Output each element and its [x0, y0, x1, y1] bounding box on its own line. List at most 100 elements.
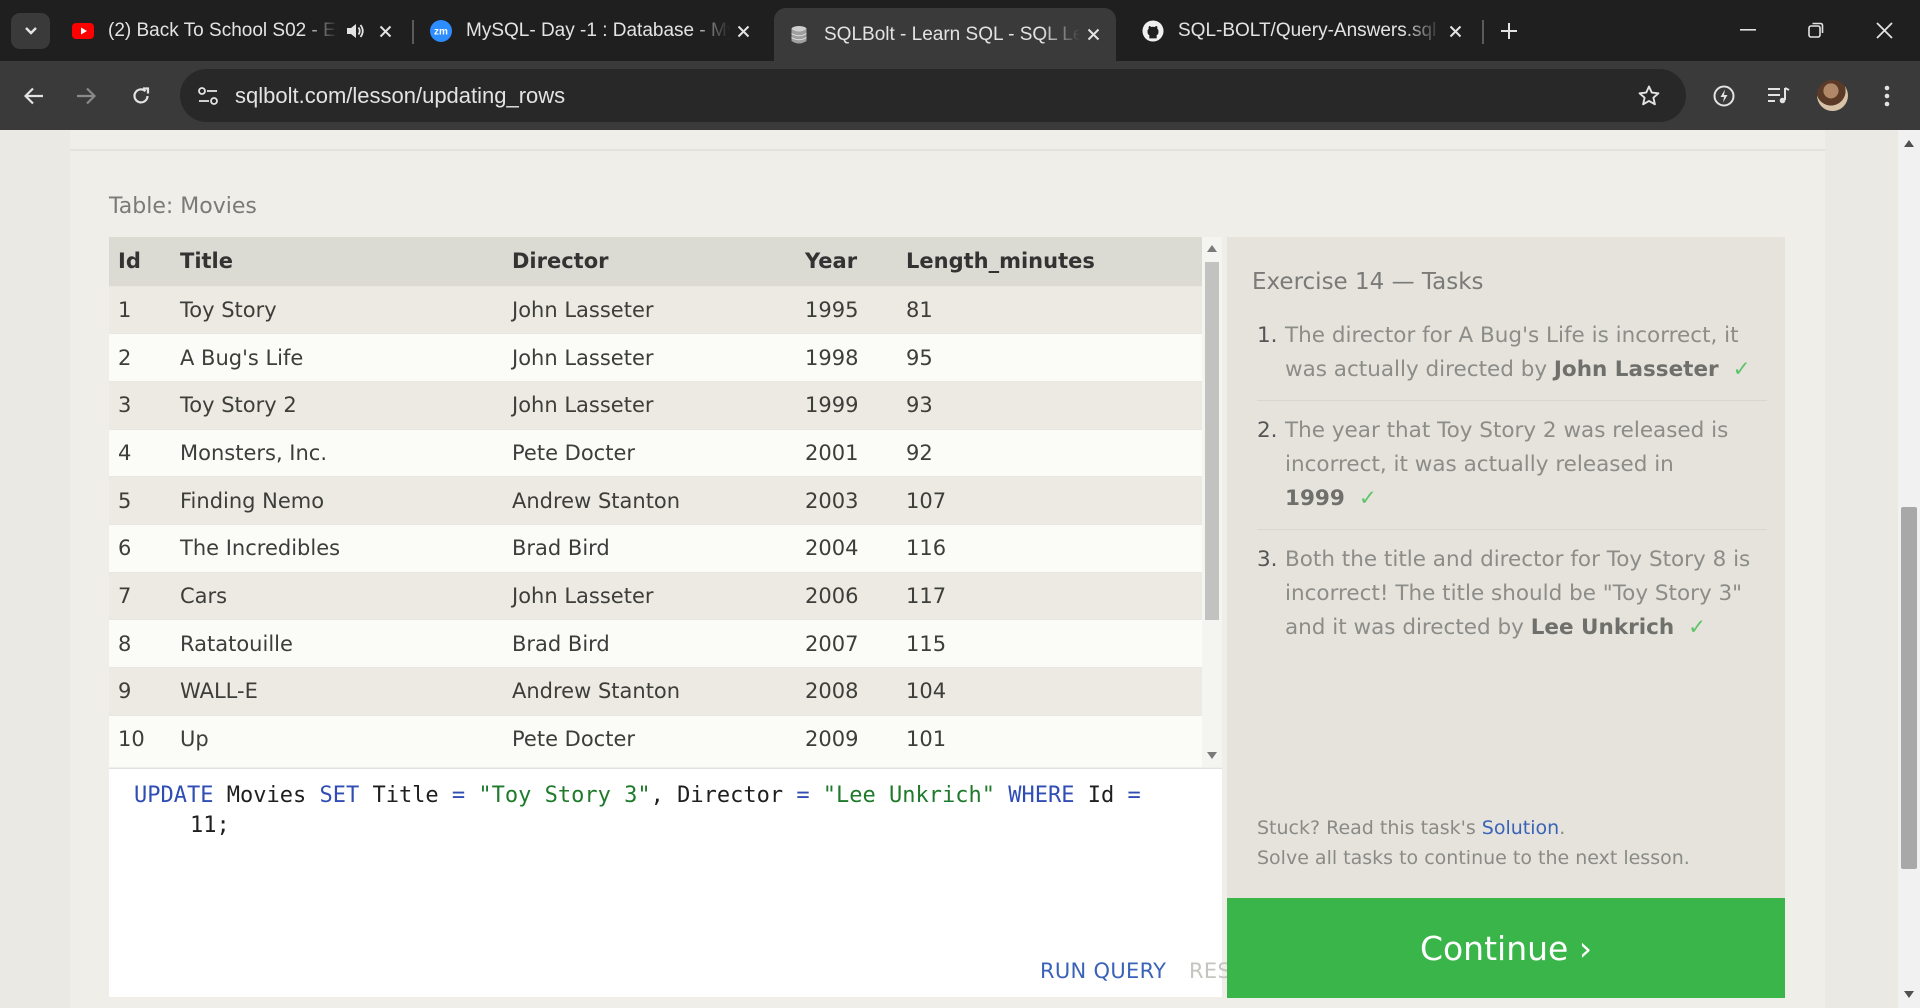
task-item: 3. Both the title and director for Toy St… — [1257, 543, 1767, 658]
cell-director: Andrew Stanton — [512, 488, 681, 513]
tab-separator — [1482, 20, 1484, 44]
stuck-hint: Stuck? Read this task's Solution. Solve … — [1257, 813, 1690, 873]
tab-zoom[interactable]: zm MySQL- Day -1 : Database - My — [416, 11, 766, 51]
solve-all-note: Solve all tasks to continue to the next … — [1257, 847, 1690, 869]
table-scrollbar[interactable] — [1202, 237, 1222, 767]
reload-button[interactable] — [121, 76, 161, 116]
solution-link[interactable]: Solution — [1482, 817, 1559, 839]
task-item: 2. The year that Toy Story 2 was released… — [1257, 414, 1767, 530]
exercise-tasks-panel: Exercise 14 — Tasks 1. The director for A… — [1227, 237, 1785, 898]
cell-length: 93 — [906, 393, 933, 418]
restore-icon — [1808, 22, 1824, 38]
performance-icon[interactable] — [1707, 79, 1741, 113]
task-number: 3. — [1257, 547, 1278, 572]
cell-director: Pete Docter — [512, 440, 636, 465]
minimize-icon — [1740, 29, 1756, 31]
cell-year: 2003 — [805, 488, 859, 513]
column-header-id: Id — [118, 249, 141, 274]
restore-button[interactable] — [1794, 12, 1838, 48]
scroll-down-arrow-icon[interactable] — [1207, 752, 1217, 759]
page-scrollbar[interactable] — [1898, 130, 1920, 1008]
scroll-up-arrow-icon[interactable] — [1904, 140, 1914, 147]
table-scrollbar-thumb[interactable] — [1205, 262, 1219, 620]
cell-id: 5 — [118, 488, 132, 513]
table-row: 6 The Incredibles Brad Bird 2004 116 — [109, 524, 1202, 573]
run-query-button[interactable]: RUN QUERY — [1040, 959, 1166, 983]
operator-equals: = — [796, 783, 810, 808]
cell-title: Up — [180, 727, 209, 752]
cell-id: 7 — [118, 583, 132, 608]
task-item: 1. The director for A Bug's Life is incor… — [1257, 319, 1767, 401]
close-tab-icon[interactable] — [1080, 22, 1106, 48]
query-line-1: UPDATE Movies SET Title = "Toy Story 3",… — [134, 781, 1214, 811]
cell-title: Toy Story — [180, 297, 277, 322]
close-tab-icon[interactable] — [730, 18, 756, 44]
cell-length: 95 — [906, 345, 933, 370]
page-scrollbar-thumb[interactable] — [1901, 507, 1917, 869]
task-text: The year that Toy Story 2 was released i… — [1285, 418, 1729, 477]
task-number: 2. — [1257, 418, 1278, 443]
browser-toolbar: sqlbolt.com/lesson/updating_rows — [0, 61, 1920, 130]
url-text: sqlbolt.com/lesson/updating_rows — [235, 83, 566, 108]
cell-title: Cars — [180, 583, 228, 608]
cell-director: John Lasseter — [512, 393, 654, 418]
task-answer: Lee Unkrich — [1530, 615, 1675, 640]
operator-equals: = — [1127, 783, 1141, 808]
continue-button[interactable]: Continue › — [1227, 898, 1785, 998]
column-header-title: Title — [180, 249, 234, 274]
close-tab-icon[interactable] — [372, 18, 398, 44]
cell-length: 92 — [906, 440, 933, 465]
forward-button[interactable] — [66, 76, 106, 116]
tab-search-button[interactable] — [11, 13, 50, 49]
profile-avatar[interactable] — [1817, 80, 1848, 111]
scroll-down-arrow-icon[interactable] — [1904, 991, 1914, 998]
back-button[interactable] — [14, 76, 54, 116]
cell-length: 104 — [906, 679, 947, 704]
browser-tab-strip: (2) Back To School S02 - Ep zm MySQL- Da… — [0, 0, 1920, 61]
zoom-icon: zm — [430, 20, 452, 42]
scroll-up-arrow-icon[interactable] — [1207, 245, 1217, 252]
menu-kebab-icon[interactable] — [1870, 79, 1904, 113]
movies-table: Id Title Director Year Length_minutes 1 T… — [109, 237, 1202, 763]
cell-id: 1 — [118, 297, 132, 322]
cell-length: 101 — [906, 727, 947, 752]
cell-director: John Lasseter — [512, 297, 654, 322]
task-list: 1. The director for A Bug's Life is incor… — [1257, 319, 1767, 671]
youtube-icon — [72, 20, 94, 42]
tab-youtube[interactable]: (2) Back To School S02 - Ep — [58, 11, 408, 51]
speaker-icon[interactable] — [344, 20, 366, 42]
cell-director: Pete Docter — [512, 727, 636, 752]
new-tab-button[interactable] — [1494, 16, 1524, 46]
tab-title: (2) Back To School S02 - Ep — [108, 20, 338, 41]
close-tab-icon[interactable] — [1442, 18, 1468, 44]
tab-title: SQL-BOLT/Query-Answers.sql at — [1178, 20, 1442, 41]
movies-table-container[interactable]: Id Title Director Year Length_minutes 1 T… — [109, 237, 1202, 767]
query-token: Id — [1074, 783, 1128, 808]
cell-length: 81 — [906, 297, 933, 322]
media-controls-icon[interactable] — [1761, 79, 1795, 113]
cell-length: 115 — [906, 631, 947, 656]
tab-sqlbolt[interactable]: SQLBolt - Learn SQL - SQL Lesso — [774, 8, 1116, 61]
cell-title: Toy Story 2 — [180, 393, 297, 418]
table-row: 4 Monsters, Inc. Pete Docter 2001 92 — [109, 429, 1202, 477]
tab-github[interactable]: SQL-BOLT/Query-Answers.sql at — [1128, 11, 1478, 51]
site-settings-icon[interactable] — [194, 82, 222, 110]
arrow-left-icon — [24, 87, 43, 105]
sql-query-editor[interactable]: UPDATE Movies SET Title = "Toy Story 3",… — [109, 768, 1257, 997]
checkmark-icon: ✓ — [1688, 615, 1707, 640]
arrow-right-icon — [77, 87, 96, 105]
divider — [70, 149, 1825, 151]
close-window-button[interactable] — [1862, 12, 1906, 48]
cell-id: 9 — [118, 679, 132, 704]
cell-title: Ratatouille — [180, 631, 293, 656]
minimize-button[interactable] — [1726, 12, 1770, 48]
keyword-update: UPDATE — [134, 783, 214, 808]
task-answer: 1999 — [1285, 486, 1345, 511]
svg-text:zm: zm — [434, 27, 448, 38]
cell-year: 2006 — [805, 583, 859, 608]
bookmark-star-icon[interactable] — [1635, 82, 1663, 110]
chevron-down-icon — [24, 27, 37, 35]
sql-query-text[interactable]: UPDATE Movies SET Title = "Toy Story 3",… — [134, 781, 1214, 841]
table-row: 7 Cars John Lasseter 2006 117 — [109, 572, 1202, 620]
address-bar[interactable]: sqlbolt.com/lesson/updating_rows — [180, 69, 1686, 122]
